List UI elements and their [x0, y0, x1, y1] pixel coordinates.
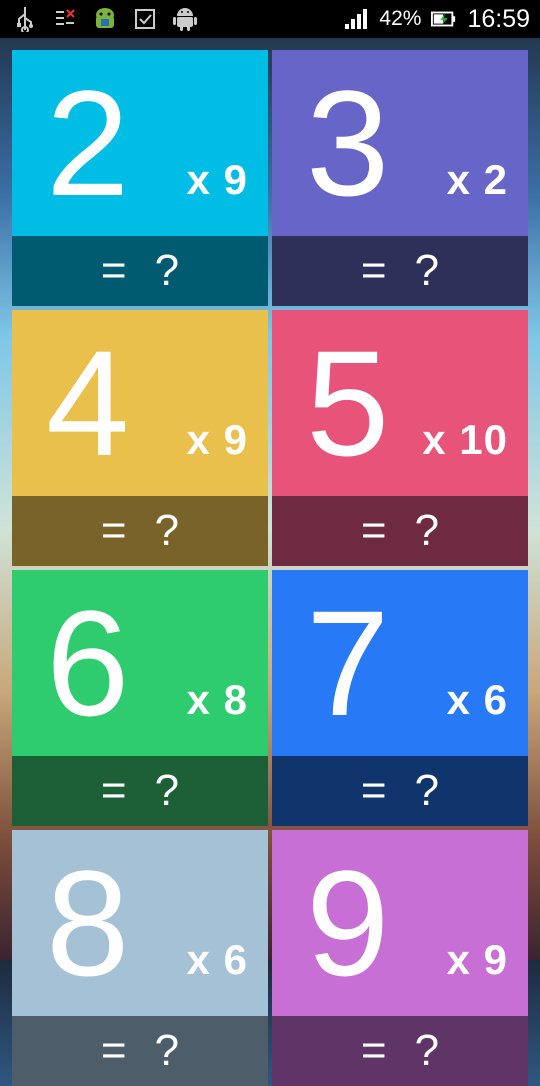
- answer-placeholder: ?: [414, 246, 440, 295]
- equals-sign: =: [360, 766, 387, 815]
- answer-bar[interactable]: =?: [272, 1016, 528, 1086]
- card-4[interactable]: 4 x 9 =?: [12, 310, 268, 566]
- answer-placeholder: ?: [154, 506, 180, 555]
- card-top: 6 x 8: [12, 570, 268, 756]
- card-top: 9 x 9: [272, 830, 528, 1016]
- equals-sign: =: [360, 506, 387, 555]
- equals-sign: =: [360, 246, 387, 295]
- card-7[interactable]: 7 x 6 =?: [272, 570, 528, 826]
- base-number: 3: [306, 59, 390, 227]
- multiplier: x 10: [422, 416, 508, 463]
- answer-placeholder: ?: [414, 506, 440, 555]
- card-top: 4 x 9: [12, 310, 268, 496]
- answer-bar[interactable]: =?: [12, 756, 268, 826]
- base-number: 2: [46, 59, 130, 227]
- card-top: 5 x 10: [272, 310, 528, 496]
- equals-sign: =: [100, 766, 127, 815]
- equals-sign: =: [100, 1026, 127, 1075]
- answer-placeholder: ?: [154, 1026, 180, 1075]
- usb-icon: [12, 6, 38, 32]
- battery-percentage: 42%: [379, 7, 422, 30]
- android-icon: [172, 6, 198, 32]
- checkbox-icon: [132, 6, 158, 32]
- base-number: 5: [306, 319, 390, 487]
- card-5[interactable]: 5 x 10 =?: [272, 310, 528, 566]
- card-top: 7 x 6: [272, 570, 528, 756]
- card-6[interactable]: 6 x 8 =?: [12, 570, 268, 826]
- card-8[interactable]: 8 x 6 =?: [12, 830, 268, 1086]
- android-robot-icon: [92, 6, 118, 32]
- status-bar: 42% 16:59: [0, 0, 540, 38]
- base-number: 6: [46, 579, 130, 747]
- base-number: 4: [46, 319, 130, 487]
- card-2[interactable]: 2 x 9 =?: [12, 50, 268, 306]
- signal-icon: [343, 6, 369, 32]
- answer-bar[interactable]: =?: [12, 236, 268, 306]
- card-top: 8 x 6: [12, 830, 268, 1016]
- equals-sign: =: [100, 506, 127, 555]
- battery-charging-icon: [431, 6, 457, 32]
- answer-bar[interactable]: =?: [272, 496, 528, 566]
- base-number: 9: [306, 839, 390, 1007]
- multiplier: x 9: [186, 416, 248, 463]
- card-top: 2 x 9: [12, 50, 268, 236]
- answer-bar[interactable]: =?: [272, 756, 528, 826]
- answer-bar[interactable]: =?: [12, 496, 268, 566]
- answer-bar[interactable]: =?: [12, 1016, 268, 1086]
- multiplier: x 9: [446, 936, 508, 983]
- multiplier: x 6: [446, 676, 508, 723]
- equals-sign: =: [100, 246, 127, 295]
- multiplier: x 2: [446, 156, 508, 203]
- multiplication-card-grid: 2 x 9 =? 3 x 2 =? 4 x 9 =? 5 x 10 =? 6 x…: [12, 50, 528, 1086]
- card-9[interactable]: 9 x 9 =?: [272, 830, 528, 1086]
- base-number: 8: [46, 839, 130, 1007]
- clock: 16:59: [467, 4, 530, 33]
- multiplier: x 6: [186, 936, 248, 983]
- answer-placeholder: ?: [414, 1026, 440, 1075]
- answer-placeholder: ?: [414, 766, 440, 815]
- answer-placeholder: ?: [154, 766, 180, 815]
- multiplier: x 8: [186, 676, 248, 723]
- debug-icon: [52, 6, 78, 32]
- equals-sign: =: [360, 1026, 387, 1075]
- card-3[interactable]: 3 x 2 =?: [272, 50, 528, 306]
- card-top: 3 x 2: [272, 50, 528, 236]
- multiplier: x 9: [186, 156, 248, 203]
- base-number: 7: [306, 579, 390, 747]
- answer-bar[interactable]: =?: [272, 236, 528, 306]
- answer-placeholder: ?: [154, 246, 180, 295]
